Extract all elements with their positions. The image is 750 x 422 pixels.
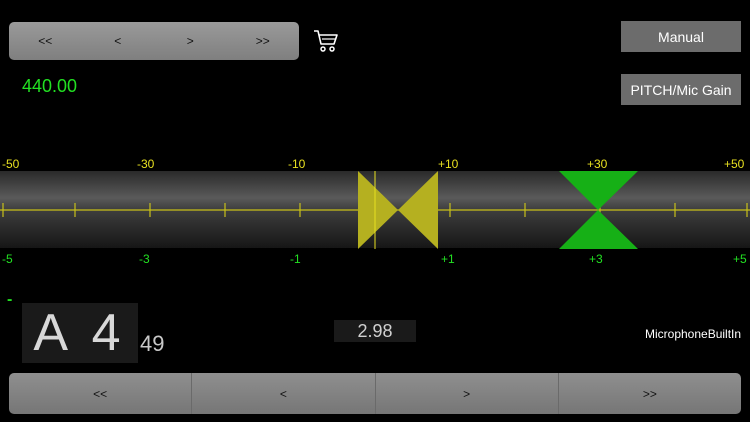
manual-button[interactable]: Manual [621,21,741,52]
scale-top-label: +30 [587,157,608,171]
top-nav-bar: << < > >> [9,22,299,60]
cents-value: 2.98 [357,320,393,341]
flat-indicator: - [7,291,13,308]
bottom-nav-last-button[interactable]: >> [559,373,741,414]
pitch-mic-gain-button[interactable]: PITCH/Mic Gain [621,74,741,105]
note-number: 49 [140,331,165,356]
bottom-nav-prev-button[interactable]: < [192,373,376,414]
bottom-nav-next-button[interactable]: > [376,373,559,414]
top-nav-prev-button[interactable]: < [82,22,155,60]
note-name: A 4 [33,304,127,362]
scale-bottom-label: -3 [139,252,150,266]
scale-top-label: -50 [2,157,20,171]
scale-bottom-label: +1 [441,252,455,266]
scale-top-label: +10 [438,157,459,171]
top-nav-last-button[interactable]: >> [227,22,300,60]
scale-bottom-label: -5 [2,252,13,266]
scale-bottom-label: +5 [733,252,747,266]
scale-top-label: +50 [724,157,745,171]
scale-top-label: -30 [137,157,155,171]
scale-top-label: -10 [288,157,306,171]
top-nav-first-button[interactable]: << [9,22,82,60]
bottom-nav-bar: << < > >> [9,373,741,414]
bottom-nav-first-button[interactable]: << [9,373,193,414]
note-name-display: A 4 [22,303,138,363]
cart-icon[interactable] [313,29,339,53]
reference-frequency: 440.00 [22,76,78,96]
input-device-label: MicrophoneBuiltIn [645,327,742,341]
top-nav-next-button[interactable]: > [154,22,227,60]
tuning-meter: -50 -30 -10 +10 +30 +50 -5 -3 -1 +1 +3 +… [0,157,750,266]
scale-bottom-label: +3 [589,252,603,266]
cents-display: 2.98 [334,320,416,342]
scale-bottom-label: -1 [290,252,301,266]
